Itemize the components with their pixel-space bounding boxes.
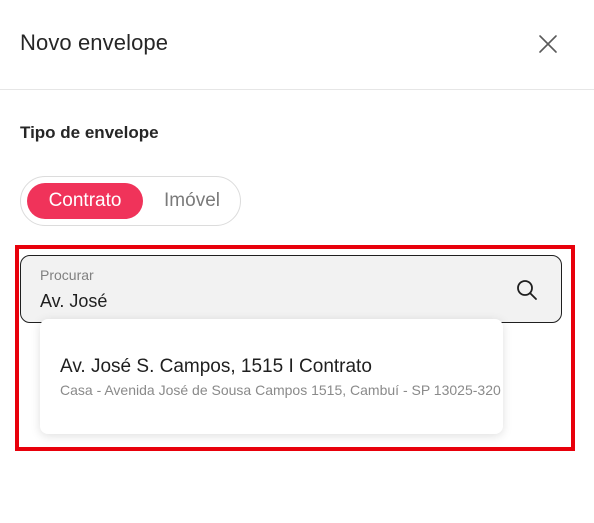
envelope-type-label: Tipo de envelope [20,123,159,142]
envelope-type-toggle: Contrato Imóvel [20,176,241,226]
search-label: Procurar [40,267,94,283]
search-input[interactable]: Av. José [40,291,107,312]
suggestion-title: Av. José S. Campos, 1515 I Contrato [60,356,372,377]
suggestion-dropdown: Av. José S. Campos, 1515 I Contrato Casa… [40,319,503,434]
close-icon [539,35,557,53]
envelope-type-option-contrato[interactable]: Contrato [27,183,143,219]
search-field[interactable]: Procurar Av. José [20,255,562,323]
dialog-title: Novo envelope [20,30,169,55]
close-button[interactable] [534,30,562,58]
suggestion-item[interactable]: Av. José S. Campos, 1515 I Contrato Casa… [40,319,503,434]
search-icon[interactable] [515,278,539,302]
dialog-header: Novo envelope [0,0,594,90]
envelope-type-option-imovel[interactable]: Imóvel [149,183,235,219]
suggestion-address: Casa - Avenida José de Sousa Campos 1515… [60,382,501,398]
